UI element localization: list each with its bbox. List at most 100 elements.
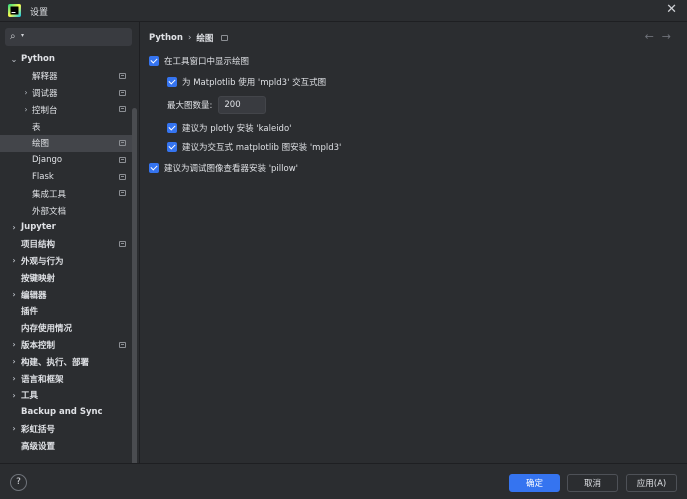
suggest-kaleido-checkbox[interactable] bbox=[167, 123, 177, 133]
sidebar-item-label: 外观与行为 bbox=[21, 256, 64, 267]
chevron-right-icon[interactable]: › bbox=[10, 290, 18, 299]
suggest-mpld3-checkbox[interactable] bbox=[167, 142, 177, 152]
sidebar-item-label: 解释器 bbox=[32, 72, 58, 83]
sidebar-item-label: 工具 bbox=[21, 391, 39, 402]
cancel-button[interactable]: 取消 bbox=[567, 474, 618, 492]
dialog-footer: ? 确定 取消 应用(A) bbox=[0, 463, 687, 499]
sidebar-item-label: 插件 bbox=[21, 307, 39, 318]
sidebar-item-label: 构建、执行、部署 bbox=[21, 357, 90, 368]
project-scope-icon bbox=[119, 240, 126, 247]
sidebar-item[interactable]: 内存使用情况 bbox=[0, 320, 132, 337]
help-button[interactable]: ? bbox=[10, 474, 27, 491]
suggest-mpld3-label: 建议为交互式 matplotlib 图安装 'mpld3' bbox=[182, 143, 342, 153]
sidebar-item-label: 彩虹括号 bbox=[21, 424, 56, 435]
use-mpld3-option[interactable]: 为 Matplotlib 使用 'mpld3' 交互式图 bbox=[167, 76, 326, 88]
sidebar-item-label: 控制台 bbox=[32, 105, 58, 116]
project-scope-icon bbox=[119, 173, 126, 180]
project-scope-icon bbox=[119, 106, 126, 113]
chevron-down-icon: ▾ bbox=[21, 32, 25, 39]
sidebar-item[interactable]: › Jupyter bbox=[0, 219, 132, 236]
title-bar: 设置 ✕ bbox=[0, 0, 687, 22]
show-in-toolwindow-label: 在工具窗口中显示绘图 bbox=[164, 57, 250, 67]
max-plots-input[interactable] bbox=[218, 96, 267, 114]
chevron-right-icon[interactable]: › bbox=[10, 256, 18, 265]
close-icon[interactable]: ✕ bbox=[666, 3, 677, 17]
show-in-toolwindow-checkbox[interactable] bbox=[149, 56, 159, 66]
show-in-toolwindow-option[interactable]: 在工具窗口中显示绘图 bbox=[149, 55, 249, 67]
sidebar-item[interactable]: 按键映射 bbox=[0, 269, 132, 286]
apply-button[interactable]: 应用(A) bbox=[626, 474, 677, 492]
sidebar-item-label: 编辑器 bbox=[21, 290, 47, 301]
use-mpld3-label: 为 Matplotlib 使用 'mpld3' 交互式图 bbox=[182, 78, 327, 88]
use-mpld3-checkbox[interactable] bbox=[167, 77, 177, 87]
sidebar-item[interactable]: 高级设置 bbox=[0, 437, 132, 454]
nav-arrows: ←→ bbox=[645, 30, 679, 43]
sidebar-item-label: 调试器 bbox=[32, 88, 58, 99]
sidebar-item-label: 版本控制 bbox=[21, 340, 56, 351]
chevron-right-icon[interactable]: › bbox=[10, 340, 18, 349]
breadcrumb: Python › 绘图 bbox=[149, 32, 229, 44]
sidebar-item[interactable]: 表 bbox=[0, 118, 132, 135]
chevron-right-icon[interactable]: › bbox=[10, 391, 18, 400]
sidebar-item[interactable]: › 编辑器 bbox=[0, 286, 132, 303]
sidebar-item[interactable]: › 调试器 bbox=[0, 85, 132, 102]
content-panel: Python › 绘图 ←→ 在工具窗口中显示绘图 为 Matplotlib 使… bbox=[140, 22, 687, 463]
window-title: 设置 bbox=[30, 8, 49, 18]
project-scope-icon bbox=[119, 190, 126, 197]
sidebar-item[interactable]: › 语言和框架 bbox=[0, 370, 132, 387]
settings-sidebar: ⌕ ▾ ⌄ Python 解释器 › 调试器 › 控制台表绘图 Django Flask 集成工具… bbox=[0, 22, 139, 484]
breadcrumb-current: 绘图 bbox=[196, 34, 214, 44]
chevron-right-icon[interactable]: › bbox=[10, 424, 18, 433]
ok-button[interactable]: 确定 bbox=[509, 474, 560, 492]
sidebar-item[interactable]: › 构建、执行、部署 bbox=[0, 353, 132, 370]
sidebar-item-label: 集成工具 bbox=[32, 189, 67, 200]
breadcrumb-parent[interactable]: Python bbox=[149, 33, 183, 43]
sidebar-item[interactable]: 外部文档 bbox=[0, 202, 132, 219]
sidebar-item[interactable]: Django bbox=[0, 152, 132, 169]
suggest-mpld3-option[interactable]: 建议为交互式 matplotlib 图安装 'mpld3' bbox=[167, 141, 341, 153]
sidebar-scrollbar[interactable] bbox=[132, 108, 137, 484]
sidebar-item-label: 表 bbox=[32, 122, 41, 133]
project-scope-icon bbox=[119, 72, 126, 79]
max-plots-label: 最大图数量: bbox=[167, 101, 213, 111]
suggest-kaleido-label: 建议为 plotly 安装 'kaleido' bbox=[182, 124, 292, 134]
breadcrumb-separator: › bbox=[187, 33, 192, 43]
sidebar-item[interactable]: › 彩虹括号 bbox=[0, 421, 132, 438]
sidebar-item[interactable]: › 控制台 bbox=[0, 101, 132, 118]
suggest-pillow-option[interactable]: 建议为调试图像查看器安装 'pillow' bbox=[149, 162, 298, 174]
sidebar-item[interactable]: › 版本控制 bbox=[0, 337, 132, 354]
sidebar-item-label: Flask bbox=[32, 171, 54, 182]
chevron-right-icon[interactable]: › bbox=[22, 105, 30, 114]
suggest-pillow-label: 建议为调试图像查看器安装 'pillow' bbox=[164, 164, 299, 174]
sidebar-item[interactable]: 解释器 bbox=[0, 68, 132, 85]
sidebar-item[interactable]: › 工具 bbox=[0, 387, 132, 404]
sidebar-item[interactable]: 集成工具 bbox=[0, 185, 132, 202]
sidebar-item-label: 绘图 bbox=[32, 139, 50, 150]
sidebar-item[interactable]: Flask bbox=[0, 169, 132, 186]
suggest-pillow-checkbox[interactable] bbox=[149, 163, 159, 173]
search-input[interactable] bbox=[29, 29, 129, 45]
chevron-right-icon[interactable]: › bbox=[10, 223, 18, 232]
chevron-right-icon[interactable]: › bbox=[10, 374, 18, 383]
sidebar-item-label: 内存使用情况 bbox=[21, 324, 73, 335]
project-scope-icon bbox=[119, 139, 126, 146]
max-plots-row: 最大图数量: bbox=[167, 96, 267, 114]
sidebar-item-label: Jupyter bbox=[21, 222, 56, 233]
sidebar-item[interactable]: 插件 bbox=[0, 303, 132, 320]
chevron-down-icon[interactable]: ⌄ bbox=[10, 55, 18, 64]
back-arrow-icon[interactable]: ← bbox=[645, 30, 662, 43]
sidebar-item[interactable]: › 外观与行为 bbox=[0, 253, 132, 270]
sidebar-item-label: Django bbox=[32, 155, 63, 166]
chevron-right-icon[interactable]: › bbox=[22, 88, 30, 97]
search-box[interactable]: ⌕ ▾ bbox=[5, 28, 132, 46]
sidebar-item[interactable]: Backup and Sync bbox=[0, 404, 132, 421]
sidebar-item[interactable]: 绘图 bbox=[0, 134, 132, 152]
sidebar-item[interactable]: 项目结构 bbox=[0, 236, 132, 253]
forward-arrow-icon[interactable]: → bbox=[662, 30, 679, 43]
project-scope-icon bbox=[119, 89, 126, 96]
sidebar-item[interactable]: ⌄ Python bbox=[0, 51, 132, 68]
suggest-kaleido-option[interactable]: 建议为 plotly 安装 'kaleido' bbox=[167, 122, 292, 134]
project-scope-icon bbox=[119, 156, 126, 163]
sidebar-item-label: Backup and Sync bbox=[21, 407, 103, 418]
chevron-right-icon[interactable]: › bbox=[10, 357, 18, 366]
